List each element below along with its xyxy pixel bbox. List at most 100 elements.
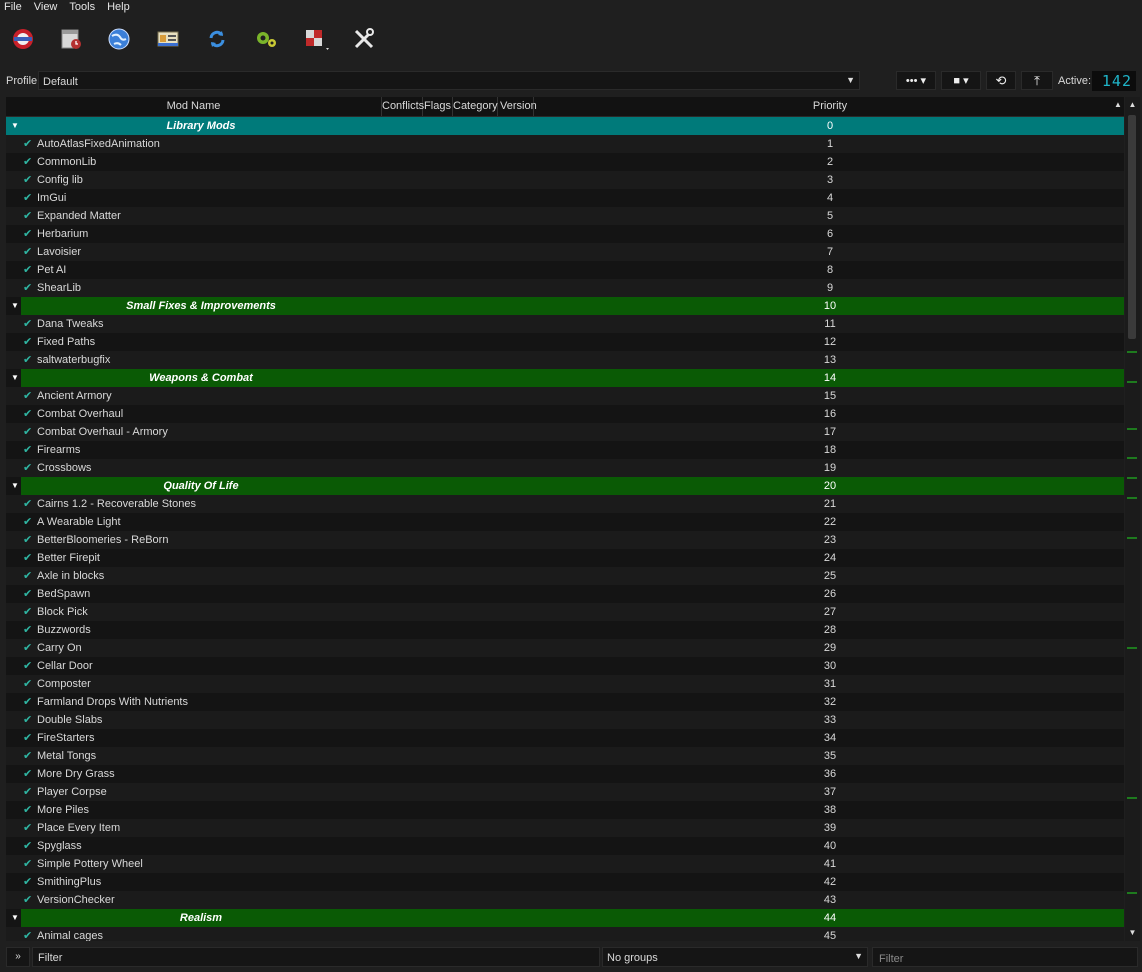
mod-row[interactable]: ✔ Spyglass 40 <box>6 837 1124 855</box>
mod-row[interactable]: ✔ FireStarters 34 <box>6 729 1124 747</box>
mod-row[interactable]: ✔ Combat Overhaul - Armory 17 <box>6 423 1124 441</box>
enabled-check-icon[interactable]: ✔ <box>23 549 32 567</box>
enabled-check-icon[interactable]: ✔ <box>23 207 32 225</box>
collapse-icon[interactable]: ▼ <box>9 369 21 387</box>
column-conflicts[interactable]: Conflicts <box>382 97 424 116</box>
mod-row[interactable]: ✔ Carry On 29 <box>6 639 1124 657</box>
group-row[interactable]: ▼ Library Mods 0 <box>6 117 1124 135</box>
enabled-check-icon[interactable]: ✔ <box>23 891 32 909</box>
nexus-globe-icon[interactable] <box>104 24 134 54</box>
settings-icon[interactable] <box>349 24 379 54</box>
mod-row[interactable]: ✔ BetterBloomeries - ReBorn 23 <box>6 531 1124 549</box>
menu-view[interactable]: View <box>34 0 64 14</box>
enabled-check-icon[interactable]: ✔ <box>23 279 32 297</box>
scroll-thumb[interactable] <box>1128 115 1136 339</box>
menu-file[interactable]: File <box>4 0 28 14</box>
enabled-check-icon[interactable]: ✔ <box>23 135 32 153</box>
mod-row[interactable]: ✔ Cellar Door 30 <box>6 657 1124 675</box>
profiles-icon[interactable] <box>153 24 183 54</box>
mod-list-table[interactable]: Mod Name Conflicts Flags Category Versio… <box>6 97 1124 941</box>
mod-row[interactable]: ✔ Ancient Armory 15 <box>6 387 1124 405</box>
mod-row[interactable]: ✔ CommonLib 2 <box>6 153 1124 171</box>
refresh-icon[interactable] <box>202 24 232 54</box>
mod-row[interactable]: ✔ Better Firepit 24 <box>6 549 1124 567</box>
column-priority[interactable]: Priority <box>534 97 1124 116</box>
group-row[interactable]: ▼ Quality Of Life 20 <box>6 477 1124 495</box>
mod-row[interactable]: ✔ Animal cages 45 <box>6 927 1124 941</box>
mod-row[interactable]: ✔ Crossbows 19 <box>6 459 1124 477</box>
column-category[interactable]: Category <box>453 97 498 116</box>
enabled-check-icon[interactable]: ✔ <box>23 801 32 819</box>
enabled-check-icon[interactable]: ✔ <box>23 675 32 693</box>
mod-row[interactable]: ✔ AutoAtlasFixedAnimation 1 <box>6 135 1124 153</box>
profile-select[interactable]: Default ▼ <box>38 71 860 90</box>
enabled-check-icon[interactable]: ✔ <box>23 441 32 459</box>
mod-row[interactable]: ✔ BedSpawn 26 <box>6 585 1124 603</box>
mod-row[interactable]: ✔ Farmland Drops With Nutrients 32 <box>6 693 1124 711</box>
executables-icon[interactable] <box>251 24 281 54</box>
enabled-check-icon[interactable]: ✔ <box>23 243 32 261</box>
collapse-icon[interactable]: ▼ <box>9 477 21 495</box>
groups-select[interactable]: No groups ▼ <box>602 947 868 967</box>
mod-row[interactable]: ✔ Combat Overhaul 16 <box>6 405 1124 423</box>
enabled-check-icon[interactable]: ✔ <box>23 855 32 873</box>
archive-icon[interactable] <box>56 24 86 54</box>
mod-row[interactable]: ✔ saltwaterbugfix 13 <box>6 351 1124 369</box>
expand-groups-button[interactable]: » <box>6 947 30 967</box>
enabled-check-icon[interactable]: ✔ <box>23 621 32 639</box>
column-mod-name[interactable]: Mod Name <box>6 97 382 116</box>
enabled-check-icon[interactable]: ✔ <box>23 261 32 279</box>
collapse-icon[interactable]: ▼ <box>9 909 21 927</box>
more-actions-button[interactable]: ••• ▾ <box>896 71 936 90</box>
instances-icon[interactable] <box>8 24 38 54</box>
mod-row[interactable]: ✔ Pet AI 8 <box>6 261 1124 279</box>
mod-row[interactable]: ✔ More Piles 38 <box>6 801 1124 819</box>
enabled-check-icon[interactable]: ✔ <box>23 423 32 441</box>
mod-row[interactable]: ✔ SmithingPlus 42 <box>6 873 1124 891</box>
enabled-check-icon[interactable]: ✔ <box>23 567 32 585</box>
enabled-check-icon[interactable]: ✔ <box>23 639 32 657</box>
group-row[interactable]: ▼ Weapons & Combat 14 <box>6 369 1124 387</box>
enabled-check-icon[interactable]: ✔ <box>23 513 32 531</box>
enabled-check-icon[interactable]: ✔ <box>23 153 32 171</box>
plugins-icon[interactable] <box>301 24 331 54</box>
create-backup-button[interactable]: ⤒ <box>1021 71 1053 90</box>
scroll-down-icon[interactable]: ▼ <box>1125 927 1140 939</box>
scrollbar[interactable]: ▲ ▼ <box>1125 97 1140 941</box>
mod-row[interactable]: ✔ Player Corpse 37 <box>6 783 1124 801</box>
column-flags[interactable]: Flags <box>423 97 453 116</box>
mod-row[interactable]: ✔ Place Every Item 39 <box>6 819 1124 837</box>
filter-input[interactable]: Filter <box>872 947 1138 967</box>
enabled-check-icon[interactable]: ✔ <box>23 459 32 477</box>
mod-row[interactable]: ✔ Buzzwords 28 <box>6 621 1124 639</box>
enabled-check-icon[interactable]: ✔ <box>23 405 32 423</box>
enabled-check-icon[interactable]: ✔ <box>23 333 32 351</box>
mod-row[interactable]: ✔ Firearms 18 <box>6 441 1124 459</box>
mod-row[interactable]: ✔ Metal Tongs 35 <box>6 747 1124 765</box>
enabled-check-icon[interactable]: ✔ <box>23 747 32 765</box>
enabled-check-icon[interactable]: ✔ <box>23 315 32 333</box>
mod-row[interactable]: ✔ A Wearable Light 22 <box>6 513 1124 531</box>
enabled-check-icon[interactable]: ✔ <box>23 837 32 855</box>
group-row[interactable]: ▼ Realism 44 <box>6 909 1124 927</box>
mod-row[interactable]: ✔ ImGui 4 <box>6 189 1124 207</box>
enabled-check-icon[interactable]: ✔ <box>23 693 32 711</box>
mod-row[interactable]: ✔ VersionChecker 43 <box>6 891 1124 909</box>
enabled-check-icon[interactable]: ✔ <box>23 189 32 207</box>
mod-row[interactable]: ✔ Lavoisier 7 <box>6 243 1124 261</box>
restore-backup-button[interactable]: ⟲ <box>986 71 1016 90</box>
menu-tools[interactable]: Tools <box>69 0 101 14</box>
scroll-up-icon[interactable]: ▲ <box>1125 99 1140 111</box>
enabled-check-icon[interactable]: ✔ <box>23 495 32 513</box>
mod-row[interactable]: ✔ Block Pick 27 <box>6 603 1124 621</box>
mod-row[interactable]: ✔ Simple Pottery Wheel 41 <box>6 855 1124 873</box>
collapse-icon[interactable]: ▼ <box>9 297 21 315</box>
enabled-check-icon[interactable]: ✔ <box>23 531 32 549</box>
mod-row[interactable]: ✔ Axle in blocks 25 <box>6 567 1124 585</box>
menu-help[interactable]: Help <box>107 0 136 14</box>
mod-row[interactable]: ✔ Config lib 3 <box>6 171 1124 189</box>
mod-row[interactable]: ✔ More Dry Grass 36 <box>6 765 1124 783</box>
enabled-check-icon[interactable]: ✔ <box>23 171 32 189</box>
mod-row[interactable]: ✔ ShearLib 9 <box>6 279 1124 297</box>
enabled-check-icon[interactable]: ✔ <box>23 765 32 783</box>
